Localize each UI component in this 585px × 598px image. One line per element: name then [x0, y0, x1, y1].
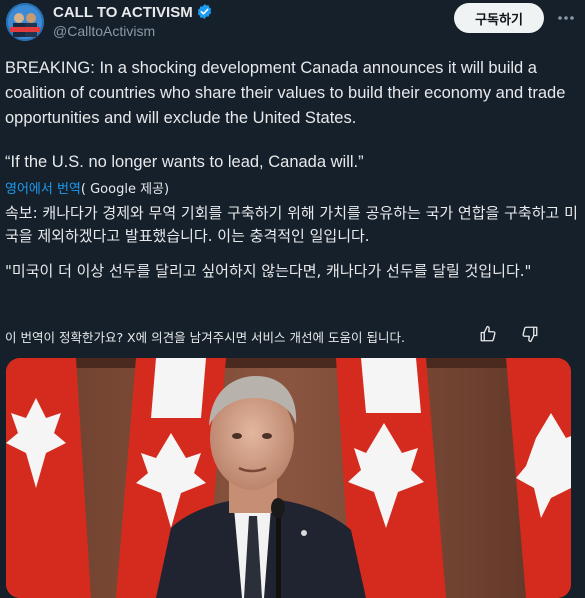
account-display-name[interactable]: CALL TO ACTIVISM — [53, 3, 213, 24]
thumbs-down-icon[interactable] — [520, 324, 540, 344]
post-media-image[interactable] — [6, 358, 571, 598]
translation-feedback-prompt: 이 번역이 정확한가요? X에 의견을 남겨주시면 서비스 개선에 도움이 됩니… — [5, 330, 405, 345]
translation-paragraph: 속보: 캐나다가 경제와 무역 기회를 구축하기 위해 가치를 공유하는 국가 … — [5, 204, 578, 245]
translation-provider: ( Google 제공) — [80, 182, 170, 197]
avatar[interactable] — [6, 3, 44, 41]
verified-badge-icon — [196, 3, 213, 24]
translation-attribution: 영어에서 번역( Google 제공) — [5, 178, 169, 197]
activist-avatar-icon — [6, 3, 44, 41]
display-name-text: CALL TO ACTIVISM — [53, 4, 193, 21]
post-text: BREAKING: In a shocking development Cana… — [5, 59, 566, 127]
press-conference-photo — [6, 358, 571, 598]
translation-quote-paragraph: "미국이 더 이상 선두를 달리고 싶어하지 않는다면, 캐나다가 선두를 달릴… — [5, 262, 532, 280]
subscribe-button[interactable]: 구독하기 — [454, 3, 544, 33]
account-handle[interactable]: @CalltoActivism — [53, 23, 155, 39]
post-header: CALL TO ACTIVISM @CalltoActivism 구독하기 — [0, 0, 585, 46]
thumbs-up-icon[interactable] — [478, 324, 498, 344]
translated-from-link[interactable]: 영어에서 번역 — [5, 182, 81, 197]
more-options-icon[interactable] — [556, 8, 576, 28]
post-quote: “If the U.S. no longer wants to lead, Ca… — [5, 153, 364, 171]
